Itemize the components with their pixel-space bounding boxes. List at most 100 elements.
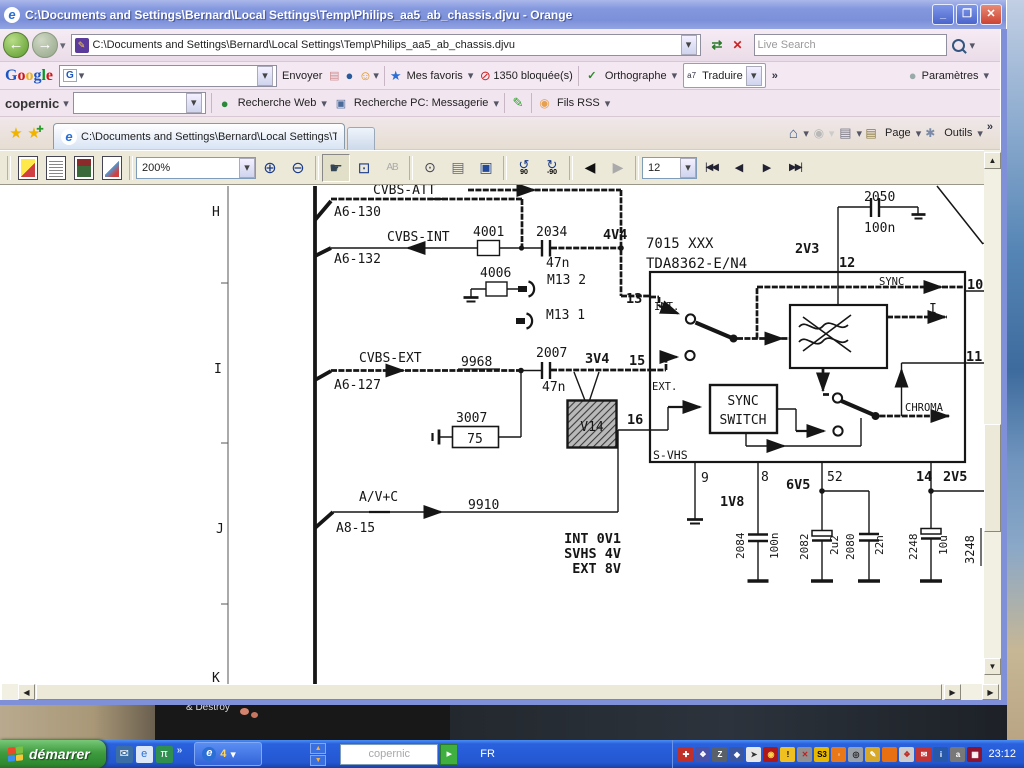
rss-feeds-button[interactable]: Fils RSS [552,90,605,116]
spellcheck-icon[interactable]: ✓ [584,69,600,82]
zoom-in-icon[interactable]: ⊕ [256,154,284,182]
pc-search-button[interactable]: Recherche PC: Messagerie [349,90,494,116]
volume-muted-icon[interactable]: ✕ [797,746,813,762]
nav-history-dropdown[interactable]: ▾ [60,39,66,52]
first-page-icon[interactable]: |◀◀ [697,154,725,182]
page-layers-icon[interactable] [98,154,126,182]
mail-alert-icon[interactable]: ✉ [916,746,932,762]
firewall-shield-icon[interactable]: ◆ [729,746,745,762]
internet-explorer-icon[interactable]: e [135,745,153,763]
page-number-dropdown[interactable]: ▾ [680,157,696,178]
graphics-settings-icon[interactable]: ❖ [899,746,915,762]
google-search-field[interactable]: G ▾ ▾ [59,64,278,87]
page-menu-button[interactable]: Page [880,120,916,146]
commandbar-overflow-chevron[interactable]: » [987,121,993,133]
info-icon[interactable]: i [933,746,949,762]
zoom-dropdown[interactable]: ▾ [239,157,255,178]
google-earth-icon[interactable]: ● [341,68,357,83]
rotate-right-icon[interactable]: ↻ -90 [538,154,566,182]
back-button[interactable]: ← [3,32,29,58]
new-tab-stub[interactable] [347,126,375,150]
tools-dropdown[interactable]: ▾ [977,127,983,140]
zoom-select-tool[interactable]: ⊡ [350,154,378,182]
clock[interactable]: 23:12 [988,748,1016,760]
translate-button[interactable]: Traduire [702,70,743,82]
web-search-dropdown[interactable]: ▾ [321,97,327,110]
scroll-up-button[interactable]: ▲ [984,152,1001,169]
save-floppy-icon[interactable]: ▣ [472,154,500,182]
orange-app-icon[interactable] [882,746,898,762]
tools-menu-button[interactable]: Outils [939,120,977,146]
scroll-down-button[interactable]: ▼ [984,658,1001,675]
forward-button[interactable]: → [32,32,58,58]
favorites-dropdown[interactable]: ▾ [468,69,474,82]
favorites-center-star-icon[interactable]: ★ [5,124,27,142]
web-search-button[interactable]: Recherche Web [233,90,322,116]
toolbar-scroll-up-icon[interactable]: ▲ [310,742,327,754]
scroll-left-button[interactable]: ◀ [18,684,35,700]
task-grid-icon[interactable]: ▦ [967,746,983,762]
stop-button[interactable]: ✕ [727,32,747,58]
history-back-icon[interactable]: ◀ [576,154,604,182]
google-field-dropdown[interactable]: ▾ [257,65,274,86]
alert-triangle-icon[interactable]: ! [780,746,796,762]
close-button[interactable]: ✕ [980,4,1002,25]
spellcheck-dropdown[interactable]: ▾ [672,69,678,82]
search-button[interactable] [947,32,970,58]
favorites-star-icon[interactable]: ★ [390,68,402,84]
google-search-dropdown[interactable]: ▾ [79,69,85,82]
messenger-icon[interactable]: a [950,746,966,762]
google-favorites-button[interactable]: Mes favoris [402,63,468,89]
zoom-combobox[interactable]: 200% ▾ [136,156,256,179]
spellcheck-button[interactable]: Orthographe [600,63,672,89]
address-field[interactable]: ✎ C:\Documents and Settings\Bernard\Loca… [70,34,701,56]
vertical-scrollbar[interactable]: ▲ ▼ [984,150,1001,684]
quicklaunch-overflow-chevron[interactable]: » [177,745,183,756]
rotate-left-icon[interactable]: ↺ 90 [510,154,538,182]
horizontal-scrollbar[interactable]: ◀ ▶ ▶ [2,684,1001,700]
last-page-icon[interactable]: ▶▶| [781,154,809,182]
zoom-out-icon[interactable]: ⊖ [284,154,312,182]
tablet-pen-icon[interactable]: ✎ [865,746,881,762]
popup-blocker-icon[interactable]: ⊘ [477,68,493,84]
google-overflow-chevron[interactable]: » [772,70,778,82]
highlight-pen-icon[interactable]: ✎ [510,95,526,111]
tab-document[interactable]: e C:\Documents and Settings\Bernard\Loca… [53,123,345,149]
mouse-utility-icon[interactable]: ➤ [746,746,762,762]
start-button[interactable]: démarrer [0,740,106,768]
send-page-icon[interactable]: ▤ [327,69,341,82]
djvu-print-icon[interactable]: ▤ [444,154,472,182]
antivirus-shield-icon[interactable]: ✚ [678,746,694,762]
address-dropdown[interactable]: ▾ [680,35,697,55]
maximize-button[interactable]: ❐ [956,4,978,25]
rss-dropdown[interactable]: ▾ [605,97,611,110]
deskbar-go-button[interactable]: ▸ [440,743,459,765]
taskbar-group-button[interactable]: e 4 ▾ [194,742,263,766]
document-viewport[interactable]: H I J K CVBS-ATT A6-130 CVBS-INT A6-132 … [0,185,1003,686]
wireless-signal-icon[interactable]: ◦ [831,746,847,762]
scroll-right-button[interactable]: ▶ [944,684,961,700]
pan-hand-tool[interactable]: ☛ [322,153,350,182]
send-dropdown[interactable]: ▾ [373,69,379,82]
copernic-logo-dropdown[interactable]: ▾ [63,97,69,110]
search-options-dropdown[interactable]: ▾ [970,39,976,52]
security-suite-icon[interactable]: ❖ [695,746,711,762]
copernic-deskbar-field[interactable]: copernic [340,743,439,765]
prev-page-icon[interactable]: ◀ [725,154,753,182]
media-player-icon[interactable]: ◉ [763,746,779,762]
scroll-corner-button[interactable]: ▶ [982,684,999,700]
live-search-field[interactable]: Live Search [753,34,947,56]
taskbutton-dropdown[interactable]: ▾ [230,748,236,761]
toolbar-scroll-down-icon[interactable]: ▼ [310,754,327,766]
power-manager-icon[interactable]: Z [712,746,728,762]
next-page-icon[interactable]: ▶ [753,154,781,182]
pc-search-dropdown[interactable]: ▾ [493,97,499,110]
find-binoculars-icon[interactable]: ⊙ [416,154,444,182]
google-settings-button[interactable]: Paramètres [917,63,984,89]
language-indicator[interactable]: FR [480,748,495,760]
google-send-button[interactable]: Envoyer [277,63,327,89]
copernic-field-dropdown[interactable]: ▾ [185,93,202,113]
popup-blocked-count[interactable]: 1350 bloquée(s) [493,70,573,82]
print-icon[interactable]: ▤ [834,125,856,141]
s3-graphics-icon[interactable]: S3 [814,746,830,762]
